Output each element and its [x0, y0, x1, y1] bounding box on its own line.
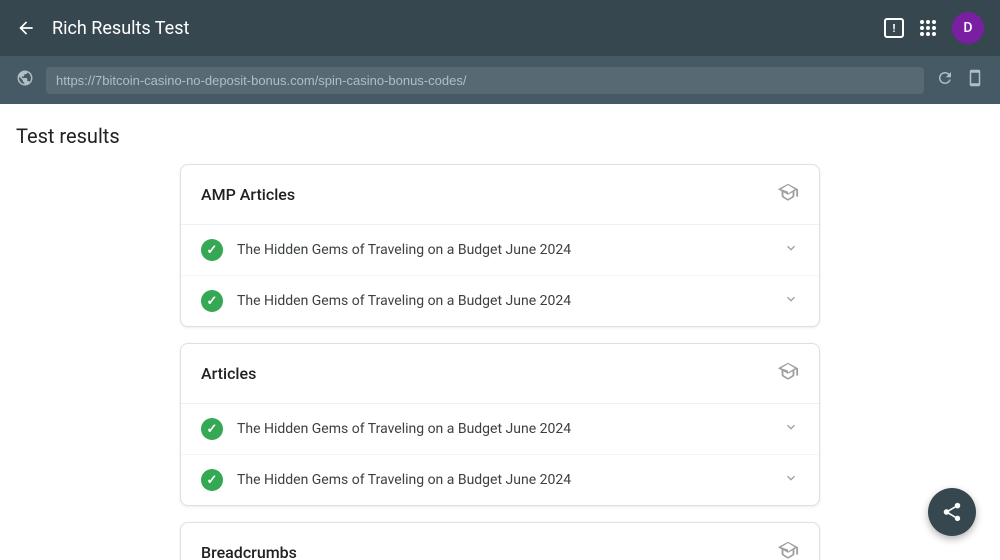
amp-articles-item-2-text: The Hidden Gems of Traveling on a Budget…: [237, 293, 783, 309]
url-input[interactable]: [46, 67, 924, 94]
breadcrumbs-card: Breadcrumbs Unnamed item: [180, 522, 820, 560]
articles-card-header: Articles: [181, 344, 819, 404]
user-avatar[interactable]: D: [952, 12, 984, 44]
amp-articles-item-1-text: The Hidden Gems of Traveling on a Budget…: [237, 242, 783, 258]
amp-articles-item-2[interactable]: The Hidden Gems of Traveling on a Budget…: [181, 276, 819, 326]
success-check-icon: [201, 418, 223, 440]
mobile-view-button[interactable]: [966, 69, 984, 92]
globe-icon: [16, 69, 34, 92]
amp-articles-card: AMP Articles The Hidden Gems of Travelin…: [180, 164, 820, 327]
articles-item-1[interactable]: The Hidden Gems of Traveling on a Budget…: [181, 404, 819, 455]
articles-card: Articles The Hidden Gems of Traveling on…: [180, 343, 820, 506]
feedback-icon: [884, 18, 904, 38]
breadcrumbs-card-header: Breadcrumbs: [181, 523, 819, 560]
articles-item-2[interactable]: The Hidden Gems of Traveling on a Budget…: [181, 455, 819, 505]
amp-articles-card-header: AMP Articles: [181, 165, 819, 225]
expand-chevron-icon: [783, 291, 799, 312]
header-actions: D: [884, 12, 984, 44]
expand-chevron-icon: [783, 419, 799, 440]
articles-item-1-text: The Hidden Gems of Traveling on a Budget…: [237, 421, 783, 437]
articles-schema-icon: [777, 360, 799, 387]
apps-button[interactable]: [920, 20, 936, 36]
main-content: Test results AMP Articles The Hidden Gem…: [0, 104, 1000, 560]
app-header: Rich Results Test D: [0, 0, 1000, 56]
articles-item-2-text: The Hidden Gems of Traveling on a Budget…: [237, 472, 783, 488]
url-bar: [0, 56, 1000, 104]
articles-title: Articles: [201, 364, 256, 383]
page-title: Test results: [0, 124, 1000, 164]
success-check-icon: [201, 239, 223, 261]
success-check-icon: [201, 469, 223, 491]
amp-articles-schema-icon: [777, 181, 799, 208]
apps-grid-icon: [920, 20, 936, 36]
amp-articles-item-1[interactable]: The Hidden Gems of Traveling on a Budget…: [181, 225, 819, 276]
results-cards: AMP Articles The Hidden Gems of Travelin…: [0, 164, 1000, 560]
breadcrumbs-title: Breadcrumbs: [201, 543, 297, 560]
url-action-buttons: [936, 69, 984, 92]
back-button[interactable]: [16, 18, 36, 38]
app-title: Rich Results Test: [52, 18, 868, 39]
share-fab[interactable]: [928, 488, 976, 536]
expand-chevron-icon: [783, 240, 799, 261]
success-check-icon: [201, 290, 223, 312]
amp-articles-title: AMP Articles: [201, 185, 295, 204]
expand-chevron-icon: [783, 470, 799, 491]
breadcrumbs-schema-icon: [777, 539, 799, 560]
refresh-button[interactable]: [936, 69, 954, 92]
feedback-button[interactable]: [884, 18, 904, 38]
